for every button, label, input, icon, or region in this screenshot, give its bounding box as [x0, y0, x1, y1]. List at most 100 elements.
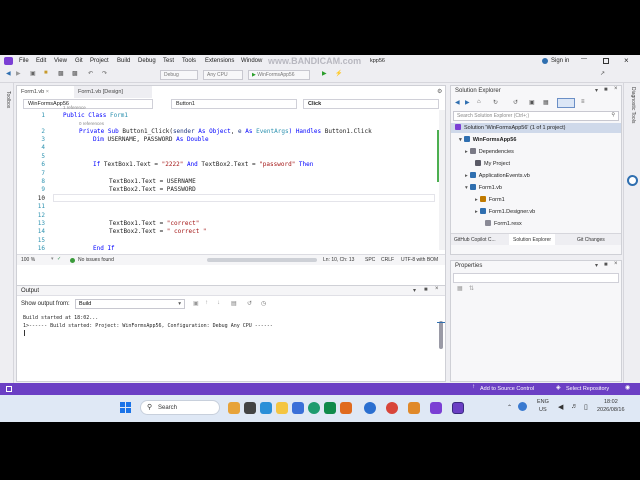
tree-item-application-events[interactable]: ▸ ApplicationEvents.vb [465, 172, 530, 179]
brush-icon[interactable]: ✓ [57, 256, 61, 262]
account-icon[interactable] [542, 58, 548, 64]
close-panel-icon[interactable]: × [435, 286, 439, 292]
chrome-icon[interactable] [386, 402, 398, 414]
toolbox-tab[interactable]: Toolbox [5, 91, 11, 108]
close-window-button[interactable]: × [624, 56, 629, 65]
clear-all-icon[interactable]: ▤ [231, 300, 237, 307]
home-icon[interactable]: ⌂ [477, 99, 481, 105]
taskbar-search[interactable]: ⚲ Search [140, 400, 220, 415]
capture-overlay-icon[interactable] [627, 175, 638, 186]
open-icon[interactable]: ■ [44, 70, 48, 76]
file-explorer-icon[interactable] [276, 402, 288, 414]
input-region[interactable]: US [539, 407, 547, 413]
tab-form1-design[interactable]: Form1.vb [Design] [74, 86, 152, 98]
app-icon[interactable] [340, 402, 352, 414]
restart-icon[interactable]: ▶ [322, 70, 327, 77]
collapse-all-icon[interactable]: ▣ [529, 99, 535, 106]
solution-search-input[interactable]: Search Solution Explorer (Ctrl+;) ⚲ [453, 111, 619, 121]
menu-tools[interactable]: Tools [182, 58, 196, 64]
app-icon[interactable] [364, 402, 376, 414]
clock-date[interactable]: 2026/08/16 [597, 407, 625, 413]
tab-git-changes[interactable]: Git Changes [577, 237, 605, 243]
tree-item-dependencies[interactable]: ▸ Dependencies [465, 148, 514, 155]
menu-project[interactable]: Project [90, 58, 109, 64]
cloud-icon[interactable] [518, 402, 527, 411]
menu-git[interactable]: Git [75, 58, 83, 64]
output-scrollbar[interactable] [439, 321, 443, 349]
object-dropdown[interactable]: Button1 [171, 99, 297, 109]
next-message-icon[interactable]: ↓ [217, 300, 220, 306]
output-source-select[interactable]: Build ▾ [75, 299, 185, 309]
panel-menu-icon[interactable]: ▾ [595, 87, 598, 94]
menu-extensions[interactable]: Extensions [205, 58, 234, 64]
horizontal-scrollbar[interactable] [207, 258, 317, 262]
menu-file[interactable]: File [19, 58, 29, 64]
add-to-source-control[interactable]: Add to Source Control [480, 386, 534, 392]
tab-copilot[interactable]: GitHub Copilot C... [454, 237, 496, 243]
menu-window[interactable]: Window [241, 58, 262, 64]
run-button[interactable]: ▶ WinFormsApp56 [248, 70, 310, 80]
tree-item-form1-vb[interactable]: ▾ Form1.vb [465, 184, 502, 191]
clock-time[interactable]: 18:02 [604, 399, 618, 405]
select-repository[interactable]: Select Repository [566, 386, 609, 392]
settings-icon[interactable]: ⚙ [437, 88, 442, 95]
volume-icon[interactable]: ♬ [571, 403, 578, 410]
sync-icon[interactable]: ↻ [493, 99, 498, 106]
back-icon[interactable]: ◀ [455, 99, 460, 106]
refresh-icon[interactable]: ↺ [513, 99, 518, 106]
close-panel-icon[interactable]: × [614, 86, 618, 92]
zoom-level[interactable]: 100 % [21, 257, 35, 263]
cursor-position[interactable]: Ln: 10, Ch: 13 [323, 257, 354, 263]
pin-icon[interactable]: ■ [604, 87, 608, 93]
forward-icon[interactable]: ▶ [16, 70, 21, 77]
notifications-icon[interactable]: ◉ [625, 384, 630, 391]
undo-icon[interactable]: ↶ [88, 70, 93, 77]
references-label[interactable]: 1 reference [63, 105, 86, 110]
menu-view[interactable]: View [54, 58, 67, 64]
windows-start-icon[interactable] [120, 402, 132, 414]
diagnostic-tools-tab[interactable]: Diagnostic Tools [630, 87, 636, 123]
menu-debug[interactable]: Debug [138, 58, 156, 64]
hot-reload-icon[interactable]: ⚡ [335, 70, 342, 77]
pin-icon[interactable]: ■ [604, 262, 608, 268]
event-dropdown[interactable]: Click [303, 99, 439, 109]
maximize-button[interactable] [603, 58, 609, 64]
excel-icon[interactable] [324, 402, 336, 414]
tree-item-form1-designer[interactable]: ▸ Form1.Designer.vb [475, 208, 535, 215]
show-all-files-icon[interactable]: ▦ [543, 99, 549, 106]
back-icon[interactable]: ◀ [6, 70, 11, 77]
alphabetical-icon[interactable]: ⇅ [469, 285, 474, 292]
wifi-icon[interactable]: ◀ [558, 403, 563, 411]
tab-form1-vb[interactable]: Form1.vb × [17, 86, 72, 98]
file-encoding[interactable]: UTF-8 with BOM [401, 257, 438, 263]
app-icon[interactable] [308, 402, 320, 414]
chevron-down-icon[interactable]: ▾ [51, 256, 54, 262]
tree-item-my-project[interactable]: My Project [475, 160, 510, 167]
app-icon[interactable] [408, 402, 420, 414]
close-panel-icon[interactable]: × [614, 261, 618, 267]
tree-item-project[interactable]: ▾ WinFormsApp56 [459, 136, 516, 143]
save-all-icon[interactable]: ▩ [72, 70, 78, 77]
sign-in-link[interactable]: Sign in [551, 58, 569, 64]
visual-studio-active-icon[interactable] [452, 402, 464, 414]
find-message-icon[interactable]: ▣ [193, 300, 199, 307]
store-icon[interactable] [292, 402, 304, 414]
tree-item-form1-resx[interactable]: Form1.resx [485, 220, 522, 227]
editor-scrollbar[interactable] [439, 110, 445, 250]
word-wrap-icon[interactable]: ↺ [247, 300, 252, 307]
platform-select[interactable]: Any CPU [203, 70, 243, 80]
live-share-icon[interactable]: ↗ [600, 70, 605, 77]
menu-edit[interactable]: Edit [36, 58, 46, 64]
save-icon[interactable]: ▩ [58, 70, 64, 77]
properties-object-select[interactable] [453, 273, 619, 283]
battery-icon[interactable]: ▯ [584, 403, 588, 411]
minimize-button[interactable]: — [581, 56, 587, 62]
panel-menu-icon[interactable]: ▾ [595, 262, 598, 269]
visual-studio-icon[interactable] [430, 402, 442, 414]
panel-menu-icon[interactable]: ▾ [413, 287, 416, 294]
view-toggle-button[interactable] [557, 98, 575, 108]
widgets-icon[interactable] [228, 402, 240, 414]
pin-icon[interactable]: ■ [424, 287, 428, 293]
config-select[interactable]: Debug [160, 70, 198, 80]
menu-build[interactable]: Build [117, 58, 130, 64]
